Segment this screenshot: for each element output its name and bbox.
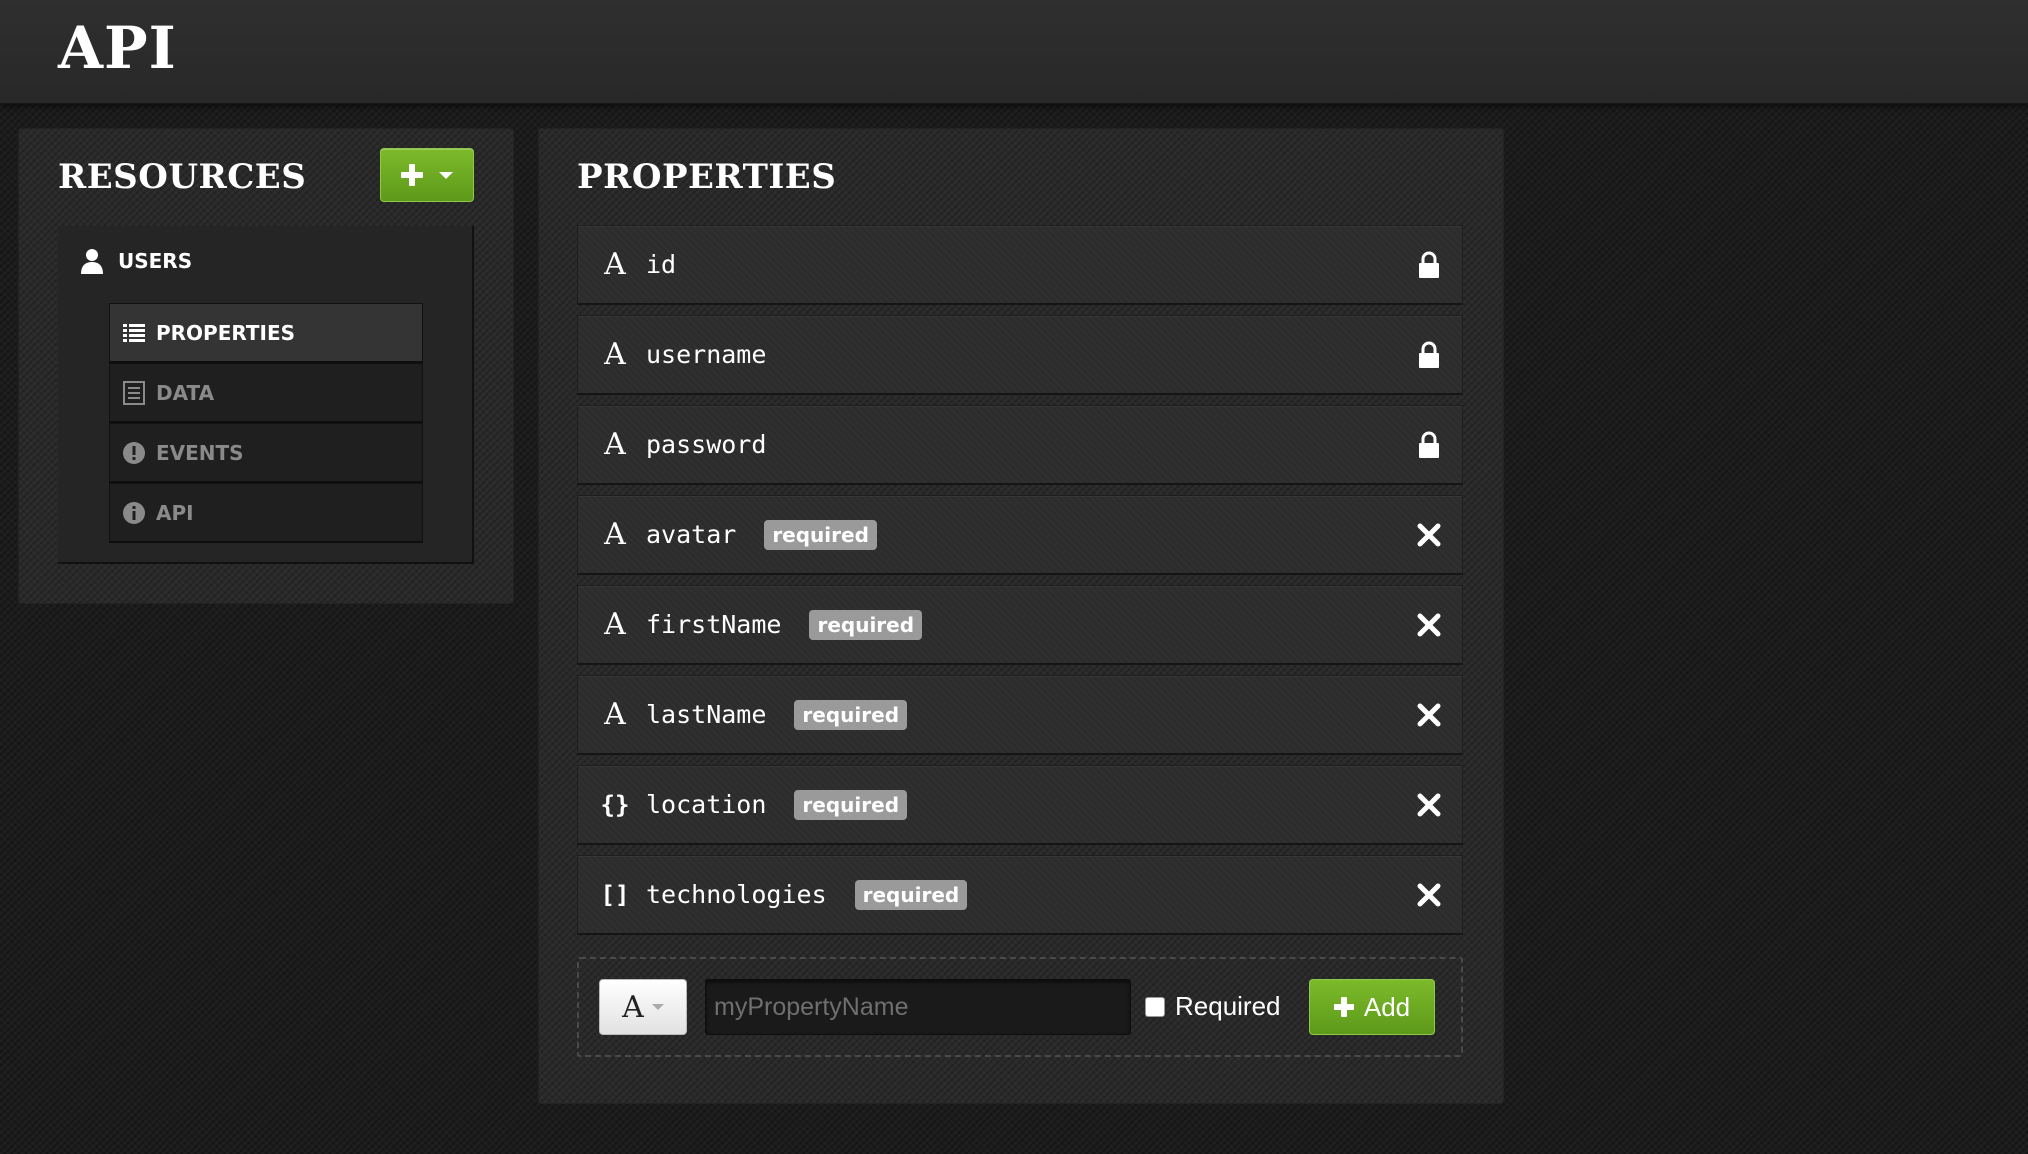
chevron-down-icon: [651, 1004, 664, 1010]
resource-item-label: USERS: [118, 249, 193, 273]
property-row[interactable]: A firstName required: [577, 585, 1463, 665]
close-icon[interactable]: [1416, 702, 1442, 728]
sub-nav-label: DATA: [156, 380, 215, 405]
properties-heading: PROPERTIES: [577, 157, 837, 197]
required-badge: required: [794, 789, 908, 820]
sub-nav-properties[interactable]: PROPERTIES: [109, 303, 423, 363]
property-row[interactable]: [] technologies required: [577, 855, 1463, 935]
info-icon: [123, 501, 145, 524]
lock-icon: [1419, 341, 1439, 368]
required-checkbox-label: Required: [1175, 991, 1281, 1021]
new-property-form: A Required Add: [577, 957, 1463, 1057]
property-name: location: [646, 790, 767, 819]
property-name: technologies: [646, 880, 827, 909]
property-list: A id A username A password A avatar requ…: [577, 225, 1463, 945]
object-type-icon: {}: [600, 790, 630, 819]
required-checkbox[interactable]: [1145, 997, 1165, 1017]
exclamation-icon: [123, 441, 145, 464]
resource-tree: USERS PROPERTIES DATA EVENTS API: [58, 226, 474, 564]
string-type-icon: A: [604, 517, 626, 552]
properties-panel: PROPERTIES A id A username A password A …: [538, 128, 1504, 1104]
page-title: API: [58, 14, 177, 82]
resources-panel: RESOURCES USERS PROPERTIES DATA EVENTS A…: [18, 128, 514, 604]
type-select-dropdown[interactable]: A: [599, 979, 687, 1035]
property-name: firstName: [646, 610, 782, 639]
sub-nav-api[interactable]: API: [109, 483, 423, 543]
property-row[interactable]: A password: [577, 405, 1463, 485]
string-type-icon: A: [604, 697, 626, 732]
sub-nav-events[interactable]: EVENTS: [109, 423, 423, 483]
property-name-group: location required: [646, 789, 908, 820]
close-icon[interactable]: [1416, 522, 1442, 548]
sub-nav-label: PROPERTIES: [156, 320, 296, 345]
lock-icon: [1419, 251, 1439, 278]
string-type-icon: A: [604, 337, 626, 372]
string-type-icon: A: [604, 607, 626, 642]
add-button-label: Add: [1363, 991, 1411, 1022]
lock-icon: [1419, 431, 1439, 458]
array-type-icon: []: [600, 880, 630, 909]
property-row[interactable]: A username: [577, 315, 1463, 395]
property-row[interactable]: {} location required: [577, 765, 1463, 845]
string-type-icon: A: [604, 427, 626, 462]
property-name-group: technologies required: [646, 879, 968, 910]
property-name: avatar: [646, 520, 737, 549]
user-icon: [81, 249, 103, 274]
table-icon: [123, 380, 145, 405]
property-name: password: [646, 430, 767, 459]
resources-heading: RESOURCES: [58, 157, 307, 197]
required-badge: required: [764, 519, 877, 550]
string-type-icon: A: [622, 989, 644, 1025]
list-icon: [123, 323, 145, 342]
sub-nav-label: API: [156, 500, 194, 525]
property-name-group: avatar required: [646, 519, 877, 550]
property-row[interactable]: A lastName required: [577, 675, 1463, 755]
chevron-down-icon: [439, 171, 453, 179]
add-property-button[interactable]: Add: [1309, 979, 1435, 1035]
string-type-icon: A: [604, 247, 626, 282]
property-name: id: [646, 250, 677, 279]
property-row[interactable]: A avatar required: [577, 495, 1463, 575]
plus-icon: [1333, 997, 1354, 1017]
close-icon[interactable]: [1416, 882, 1442, 908]
resource-sub-nav: PROPERTIES DATA EVENTS API: [109, 303, 423, 543]
property-row[interactable]: A id: [577, 225, 1463, 305]
property-name: lastName: [646, 700, 767, 729]
required-badge: required: [854, 879, 968, 910]
property-name-group: firstName required: [646, 609, 923, 640]
property-name-input[interactable]: [705, 979, 1131, 1035]
resource-item-users[interactable]: USERS: [80, 248, 192, 274]
property-name-group: lastName required: [646, 699, 908, 730]
required-badge: required: [794, 699, 908, 730]
top-bar: API: [0, 0, 2028, 104]
close-icon[interactable]: [1416, 612, 1442, 638]
close-icon[interactable]: [1416, 792, 1442, 818]
plus-icon: [401, 164, 423, 186]
required-badge: required: [809, 609, 923, 640]
add-resource-button[interactable]: [380, 148, 474, 202]
sub-nav-data[interactable]: DATA: [109, 363, 423, 423]
sub-nav-label: EVENTS: [156, 440, 244, 465]
property-name: username: [646, 340, 767, 369]
